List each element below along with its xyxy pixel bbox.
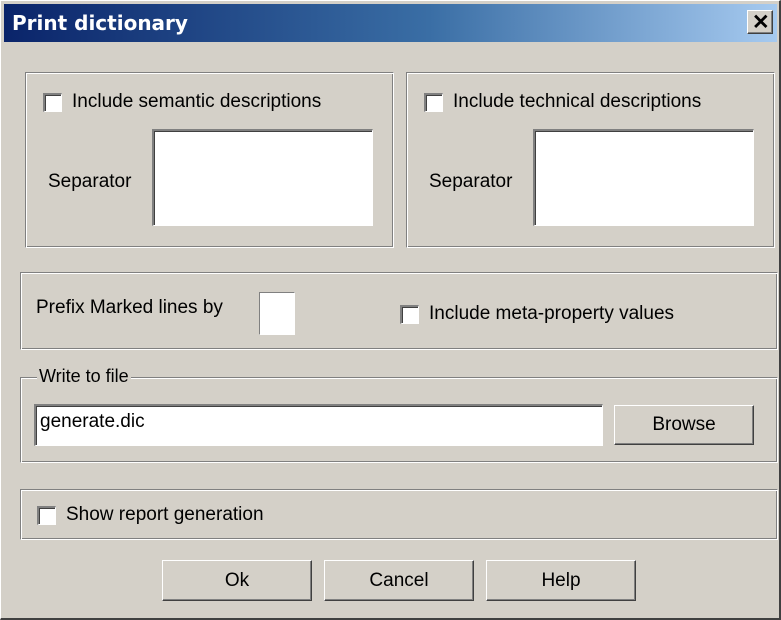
ok-button[interactable]: Ok <box>162 560 312 601</box>
meta-property-label: Include meta-property values <box>429 303 675 324</box>
semantic-group: Include semantic descriptions Separator <box>25 72 394 248</box>
print-dictionary-dialog: Print dictionary ✕ Include semantic desc… <box>0 0 781 620</box>
semantic-checkbox[interactable] <box>43 92 62 112</box>
semantic-separator-input[interactable] <box>152 129 373 226</box>
write-to-file-group: Write to file generate.dic Browse <box>20 366 778 463</box>
report-group: Show report generation <box>20 489 778 540</box>
browse-button-label: Browse <box>652 414 716 435</box>
file-path-input[interactable]: generate.dic <box>34 404 603 446</box>
close-icon: ✕ <box>752 11 770 34</box>
technical-checkbox-row[interactable]: Include technical descriptions <box>424 91 701 113</box>
cancel-button[interactable]: Cancel <box>324 560 474 601</box>
technical-separator-input[interactable] <box>533 129 754 226</box>
close-button[interactable]: ✕ <box>747 10 773 34</box>
ok-button-label: Ok <box>224 569 250 591</box>
meta-property-checkbox[interactable] <box>400 304 419 324</box>
dialog-title: Print dictionary <box>12 11 188 35</box>
technical-group: Include technical descriptions Separator <box>406 72 775 248</box>
write-to-file-legend: Write to file <box>37 366 131 387</box>
semantic-checkbox-label: Include semantic descriptions <box>72 91 322 112</box>
prefix-label: Prefix Marked lines by <box>36 297 223 318</box>
technical-checkbox[interactable] <box>424 92 443 112</box>
help-button[interactable]: Help <box>486 560 636 601</box>
browse-button[interactable]: Browse <box>614 405 754 445</box>
prefix-input[interactable] <box>259 292 295 335</box>
report-checkbox[interactable] <box>37 505 56 525</box>
cancel-button-label: Cancel <box>369 569 429 591</box>
help-button-label: Help <box>541 569 581 591</box>
technical-checkbox-label: Include technical descriptions <box>453 91 702 112</box>
semantic-checkbox-row[interactable]: Include semantic descriptions <box>43 91 321 113</box>
title-bar: Print dictionary ✕ <box>4 4 777 42</box>
technical-separator-label: Separator <box>429 171 513 192</box>
semantic-separator-label: Separator <box>48 171 132 192</box>
options-group: Prefix Marked lines by Include meta-prop… <box>20 272 778 350</box>
report-checkbox-row[interactable]: Show report generation <box>37 504 264 526</box>
report-checkbox-label: Show report generation <box>66 504 264 525</box>
meta-property-checkbox-row[interactable]: Include meta-property values <box>400 303 674 325</box>
file-path-value: generate.dic <box>40 411 145 432</box>
